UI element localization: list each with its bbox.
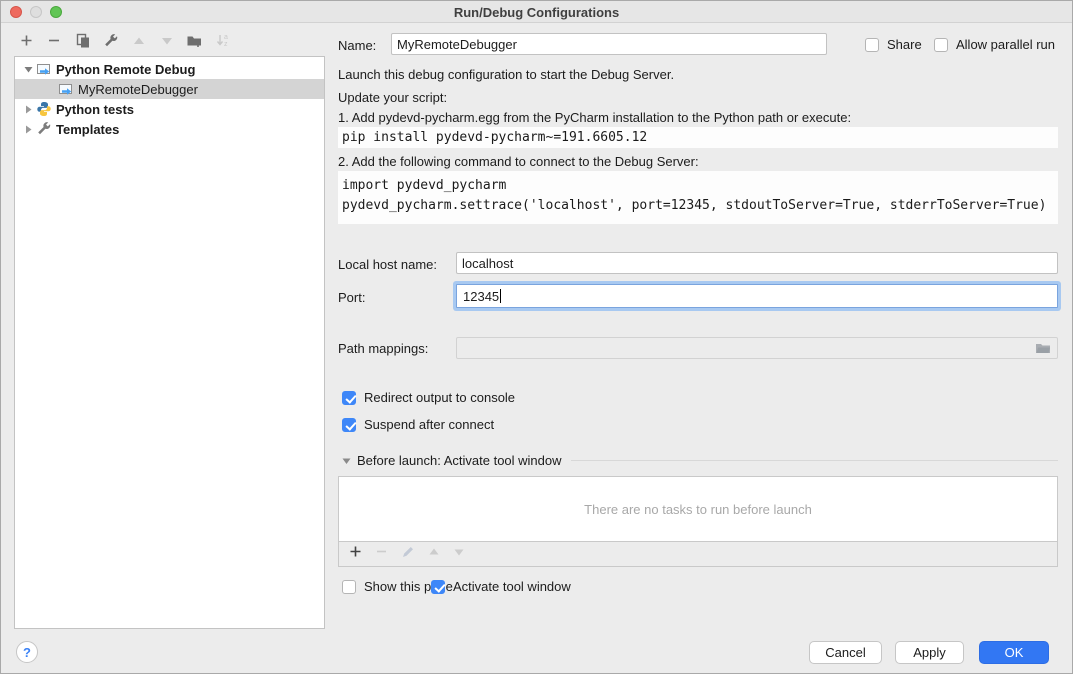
folder-icon[interactable] bbox=[1035, 341, 1051, 360]
add-icon bbox=[19, 33, 34, 53]
svg-text:z: z bbox=[224, 41, 228, 48]
tree-item-label: Python Remote Debug bbox=[56, 62, 195, 77]
remove-task-button bbox=[375, 545, 388, 563]
sort-alpha-icon: az bbox=[215, 33, 231, 54]
chevron-down-icon[interactable] bbox=[22, 65, 34, 74]
python-icon bbox=[36, 101, 52, 117]
cancel-button[interactable]: Cancel bbox=[809, 641, 882, 664]
port-input[interactable]: 12345 bbox=[456, 284, 1058, 308]
move-up-icon bbox=[132, 34, 146, 53]
title-bar: Run/Debug Configurations bbox=[1, 1, 1072, 23]
before-launch-task-list[interactable]: There are no tasks to run before launch bbox=[338, 476, 1058, 542]
remove-configuration-button[interactable] bbox=[46, 35, 63, 52]
port-value: 12345 bbox=[463, 289, 499, 304]
run-debug-configurations-dialog: Run/Debug Configurations az bbox=[0, 0, 1073, 674]
activate-tool-window-checkbox[interactable] bbox=[431, 580, 445, 594]
share-label: Share bbox=[887, 37, 922, 52]
help-button[interactable]: ? bbox=[16, 641, 38, 663]
text-caret bbox=[500, 289, 501, 303]
activate-tool-window-row[interactable]: Activate tool window bbox=[431, 579, 571, 594]
step1-text: 1. Add pydevd-pycharm.egg from the PyCha… bbox=[338, 110, 851, 125]
intro-text-2: Update your script: bbox=[338, 90, 447, 105]
move-up-button bbox=[130, 35, 147, 52]
suspend-after-connect-row[interactable]: Suspend after connect bbox=[342, 417, 494, 432]
name-label: Name: bbox=[338, 38, 376, 53]
allow-parallel-run-checkbox[interactable] bbox=[934, 38, 948, 52]
code-line-1: import pydevd_pycharm bbox=[342, 178, 506, 193]
configurations-tree: Python Remote Debug MyRemoteDebugger Pyt… bbox=[14, 56, 325, 629]
redirect-output-row[interactable]: Redirect output to console bbox=[342, 390, 515, 405]
path-mappings-label: Path mappings: bbox=[338, 341, 428, 356]
edit-templates-button[interactable] bbox=[102, 35, 119, 52]
edit-wrench-icon bbox=[103, 33, 119, 54]
apply-button[interactable]: Apply bbox=[895, 641, 964, 664]
remote-debug-icon bbox=[36, 61, 52, 77]
add-configuration-button[interactable] bbox=[18, 35, 35, 52]
move-task-up-button bbox=[428, 545, 440, 563]
sort-configurations-button: az bbox=[214, 35, 231, 52]
suspend-after-connect-checkbox[interactable] bbox=[342, 418, 356, 432]
new-folder-icon bbox=[186, 33, 203, 53]
chevron-right-icon[interactable] bbox=[22, 125, 34, 134]
before-launch-header[interactable]: Before launch: Activate tool window bbox=[342, 453, 1058, 468]
share-checkbox-row[interactable]: Share bbox=[865, 37, 922, 52]
before-launch-title: Before launch: Activate tool window bbox=[357, 453, 562, 468]
remote-debug-icon bbox=[58, 81, 74, 97]
tree-item-label: Templates bbox=[56, 122, 119, 137]
share-checkbox[interactable] bbox=[865, 38, 879, 52]
tree-item-label: Python tests bbox=[56, 102, 134, 117]
name-input[interactable] bbox=[391, 33, 827, 55]
local-host-name-input[interactable] bbox=[456, 252, 1058, 274]
suspend-after-connect-label: Suspend after connect bbox=[364, 417, 494, 432]
move-down-button bbox=[158, 35, 175, 52]
settrace-code: import pydevd_pycharm pydevd_pycharm.sett… bbox=[338, 171, 1058, 224]
svg-text:a: a bbox=[224, 34, 228, 41]
remove-icon bbox=[47, 33, 62, 53]
path-mappings-field[interactable] bbox=[456, 337, 1058, 359]
allow-parallel-checkbox-row[interactable]: Allow parallel run bbox=[934, 37, 1055, 52]
before-launch-toolbar bbox=[338, 542, 1058, 567]
show-this-page-checkbox[interactable] bbox=[342, 580, 356, 594]
tree-item-templates[interactable]: Templates bbox=[15, 119, 324, 139]
question-mark-icon: ? bbox=[23, 645, 31, 660]
window-title: Run/Debug Configurations bbox=[1, 5, 1072, 20]
redirect-output-checkbox[interactable] bbox=[342, 391, 356, 405]
redirect-output-label: Redirect output to console bbox=[364, 390, 515, 405]
allow-parallel-run-label: Allow parallel run bbox=[956, 37, 1055, 52]
tree-item-python-tests[interactable]: Python tests bbox=[15, 99, 324, 119]
code-line-2: pydevd_pycharm.settrace('localhost', por… bbox=[342, 198, 1046, 213]
intro-text-1: Launch this debug configuration to start… bbox=[338, 67, 674, 82]
add-task-button[interactable] bbox=[349, 545, 362, 563]
edit-pencil-icon bbox=[401, 545, 415, 564]
tree-item-myremotedebugger[interactable]: MyRemoteDebugger bbox=[15, 79, 324, 99]
configurations-toolbar: az bbox=[18, 32, 231, 54]
chevron-down-icon[interactable] bbox=[342, 456, 351, 465]
step2-text: 2. Add the following command to connect … bbox=[338, 154, 699, 169]
wrench-icon bbox=[36, 121, 52, 137]
ok-button[interactable]: OK bbox=[979, 641, 1049, 664]
local-host-name-label: Local host name: bbox=[338, 257, 437, 272]
new-folder-button[interactable] bbox=[186, 35, 203, 52]
section-rule bbox=[571, 460, 1058, 461]
tree-item-label: MyRemoteDebugger bbox=[78, 82, 198, 97]
move-task-down-button bbox=[453, 545, 465, 563]
pip-install-code: pip install pydevd-pycharm~=191.6605.12 bbox=[338, 127, 1058, 148]
move-down-icon bbox=[160, 34, 174, 53]
activate-tool-window-label: Activate tool window bbox=[453, 579, 571, 594]
copy-icon bbox=[75, 33, 91, 54]
port-label: Port: bbox=[338, 290, 365, 305]
no-tasks-text: There are no tasks to run before launch bbox=[584, 502, 812, 517]
tree-item-python-remote-debug[interactable]: Python Remote Debug bbox=[15, 59, 324, 79]
copy-configuration-button[interactable] bbox=[74, 35, 91, 52]
chevron-right-icon[interactable] bbox=[22, 105, 34, 114]
